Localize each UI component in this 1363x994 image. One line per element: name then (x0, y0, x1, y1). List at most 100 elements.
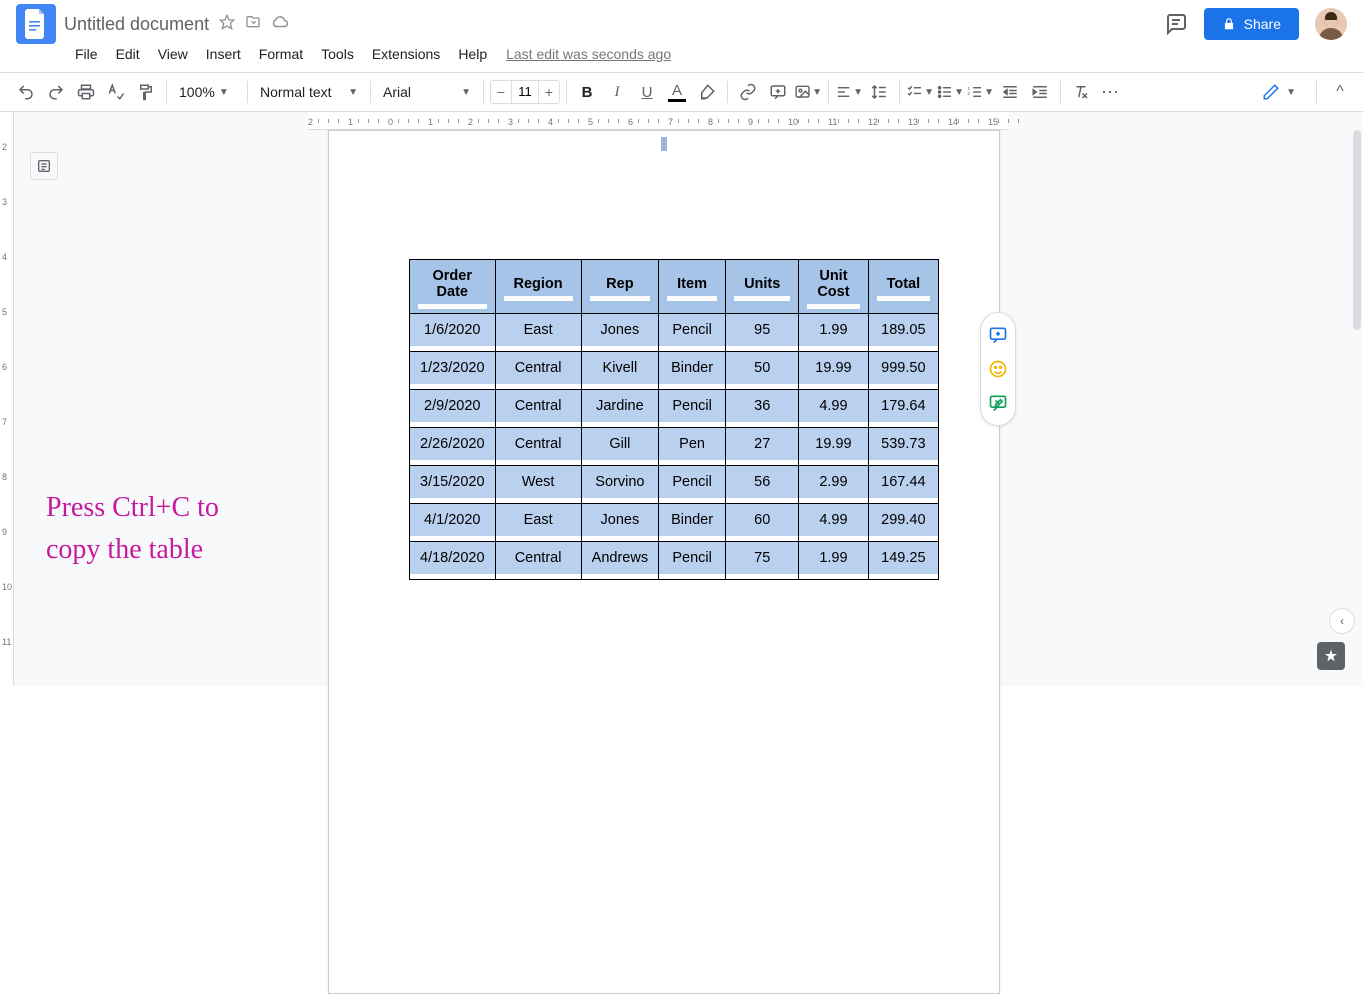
table-cell[interactable]: Jones (581, 504, 658, 542)
table-header[interactable]: Rep (581, 260, 658, 314)
table-row[interactable]: 2/9/2020CentralJardinePencil364.99179.64 (410, 390, 939, 428)
increase-indent-icon[interactable] (1026, 78, 1054, 106)
table-cell[interactable]: 36 (726, 390, 799, 428)
italic-icon[interactable]: I (603, 78, 631, 106)
add-comment-icon[interactable] (764, 78, 792, 106)
menu-help[interactable]: Help (451, 42, 494, 66)
table-cell[interactable]: 3/15/2020 (410, 466, 496, 504)
table-cell[interactable]: 189.05 (868, 314, 939, 352)
table-cell[interactable]: 75 (726, 542, 799, 580)
insert-link-icon[interactable] (734, 78, 762, 106)
table-cell[interactable]: 299.40 (868, 504, 939, 542)
table-cell[interactable]: 539.73 (868, 428, 939, 466)
table-cell[interactable]: East (495, 314, 581, 352)
scroll-left-fab[interactable]: ‹ (1329, 608, 1355, 634)
add-comment-side-icon[interactable] (988, 325, 1008, 345)
align-icon[interactable]: ▼ (835, 78, 863, 106)
table-cell[interactable]: Central (495, 390, 581, 428)
table-cell[interactable]: 19.99 (799, 352, 868, 390)
document-outline-icon[interactable] (30, 152, 58, 180)
table-cell[interactable]: 179.64 (868, 390, 939, 428)
table-row[interactable]: 1/23/2020CentralKivellBinder5019.99999.5… (410, 352, 939, 390)
menu-view[interactable]: View (151, 42, 195, 66)
table-cell[interactable]: 149.25 (868, 542, 939, 580)
table-cell[interactable]: 1.99 (799, 314, 868, 352)
paint-format-icon[interactable] (132, 78, 160, 106)
cloud-status-icon[interactable] (271, 13, 289, 36)
table-cell[interactable]: 1/23/2020 (410, 352, 496, 390)
table-cell[interactable]: 167.44 (868, 466, 939, 504)
table-row[interactable]: 4/1/2020EastJonesBinder604.99299.40 (410, 504, 939, 542)
table-cell[interactable]: East (495, 504, 581, 542)
table-header[interactable]: Units (726, 260, 799, 314)
table-cell[interactable]: 19.99 (799, 428, 868, 466)
scrollbar-vertical[interactable] (1353, 130, 1361, 330)
table-cell[interactable]: 4.99 (799, 504, 868, 542)
redo-icon[interactable] (42, 78, 70, 106)
table-cell[interactable]: West (495, 466, 581, 504)
table-header[interactable]: Item (659, 260, 726, 314)
comment-history-icon[interactable] (1164, 12, 1188, 36)
table-cell[interactable]: Central (495, 428, 581, 466)
table-header[interactable]: OrderDate (410, 260, 496, 314)
table-cell[interactable]: Sorvino (581, 466, 658, 504)
table-cell[interactable]: Central (495, 352, 581, 390)
editing-mode-button[interactable]: ▼ (1254, 79, 1304, 105)
table-cell[interactable]: Jardine (581, 390, 658, 428)
table-cell[interactable]: Pencil (659, 466, 726, 504)
move-icon[interactable] (245, 14, 261, 35)
highlight-icon[interactable] (693, 78, 721, 106)
last-edit-link[interactable]: Last edit was seconds ago (506, 46, 671, 62)
table-cell[interactable]: 1.99 (799, 542, 868, 580)
table-cell[interactable]: Andrews (581, 542, 658, 580)
document-title[interactable]: Untitled document (64, 14, 209, 35)
menu-format[interactable]: Format (252, 42, 310, 66)
table-cell[interactable]: 56 (726, 466, 799, 504)
table-row[interactable]: 2/26/2020CentralGillPen2719.99539.73 (410, 428, 939, 466)
font-size-value[interactable]: 11 (511, 81, 539, 103)
print-icon[interactable] (72, 78, 100, 106)
table-row[interactable]: 3/15/2020WestSorvinoPencil562.99167.44 (410, 466, 939, 504)
table-row[interactable]: 1/6/2020EastJonesPencil951.99189.05 (410, 314, 939, 352)
paragraph-style-selector[interactable]: Normal text▼ (254, 84, 364, 100)
share-button[interactable]: Share (1204, 8, 1299, 40)
table-cell[interactable]: 60 (726, 504, 799, 542)
more-tools-icon[interactable]: ⋯ (1097, 78, 1125, 106)
undo-icon[interactable] (12, 78, 40, 106)
table-cell[interactable]: Gill (581, 428, 658, 466)
table-cell[interactable]: 27 (726, 428, 799, 466)
table-cell[interactable]: Pencil (659, 390, 726, 428)
table-row[interactable]: 4/18/2020CentralAndrewsPencil751.99149.2… (410, 542, 939, 580)
table-cell[interactable]: 2/26/2020 (410, 428, 496, 466)
table-cell[interactable]: Pencil (659, 314, 726, 352)
font-size-increase[interactable]: + (539, 84, 559, 100)
bulleted-list-icon[interactable]: ▼ (936, 78, 964, 106)
table-cell[interactable]: 2/9/2020 (410, 390, 496, 428)
table-cell[interactable]: Kivell (581, 352, 658, 390)
table-cell[interactable]: Pencil (659, 542, 726, 580)
table-header[interactable]: Total (868, 260, 939, 314)
docs-logo[interactable] (16, 4, 56, 44)
underline-icon[interactable]: U (633, 78, 661, 106)
font-selector[interactable]: Arial▼ (377, 84, 477, 100)
emoji-reaction-icon[interactable] (988, 359, 1008, 379)
font-size-decrease[interactable]: − (491, 84, 511, 100)
table-cell[interactable]: Central (495, 542, 581, 580)
star-icon[interactable] (219, 14, 235, 35)
line-spacing-icon[interactable] (865, 78, 893, 106)
spellcheck-icon[interactable] (102, 78, 130, 106)
hide-menus-icon[interactable]: ^ (1329, 81, 1351, 103)
bold-icon[interactable]: B (573, 78, 601, 106)
table-cell[interactable]: 50 (726, 352, 799, 390)
menu-edit[interactable]: Edit (109, 42, 147, 66)
numbered-list-icon[interactable]: 12▼ (966, 78, 994, 106)
data-table[interactable]: OrderDateRegionRepItemUnitsUnitCostTotal… (409, 259, 939, 580)
insert-image-icon[interactable]: ▼ (794, 78, 822, 106)
account-avatar[interactable] (1315, 8, 1347, 40)
menu-insert[interactable]: Insert (199, 42, 248, 66)
table-cell[interactable]: Pen (659, 428, 726, 466)
document-page[interactable]: OrderDateRegionRepItemUnitsUnitCostTotal… (328, 130, 1000, 994)
table-cell[interactable]: Binder (659, 352, 726, 390)
explore-button[interactable] (1317, 642, 1345, 670)
menu-file[interactable]: File (68, 42, 105, 66)
